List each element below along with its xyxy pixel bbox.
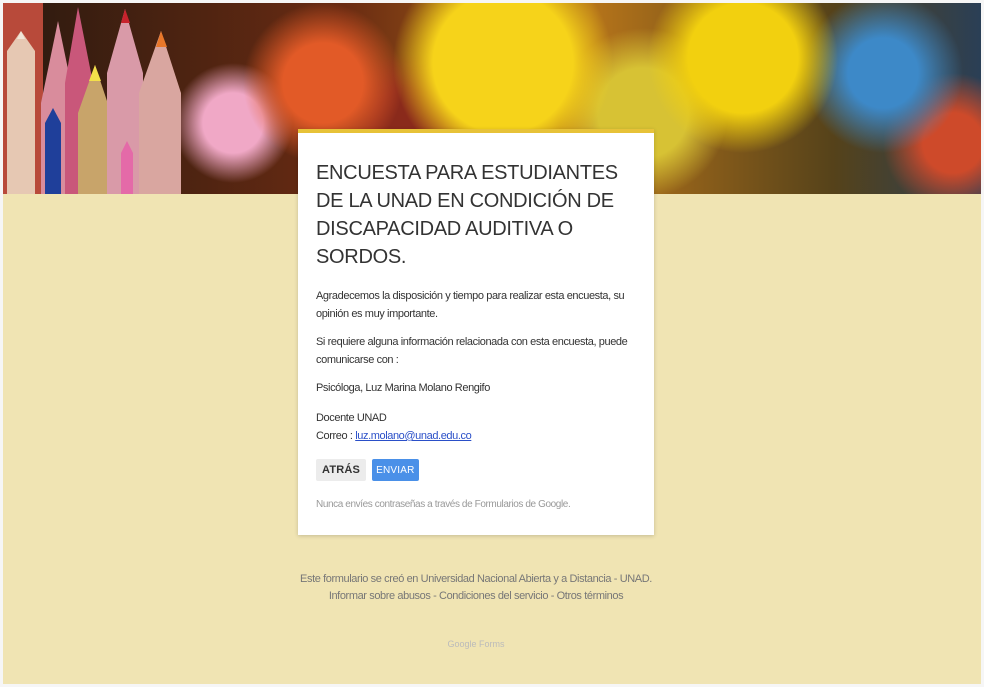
report-abuse-link[interactable]: Informar sobre abusos (329, 590, 431, 602)
form-title: ENCUESTA PARA ESTUDIANTES DE LA UNAD EN … (316, 162, 618, 268)
form-description-contact: Si requiere alguna información relaciona… (316, 336, 628, 366)
contact-block: Docente UNAD Correo : luz.molano@unad.ed… (316, 409, 638, 445)
password-warning: Nunca envíes contraseñas a través de For… (316, 499, 571, 510)
contact-name: Psicóloga, Luz Marina Molano Rengifo (316, 382, 490, 394)
form-description-thanks: Agradecemos la disposición y tiempo para… (316, 290, 625, 320)
other-terms-link[interactable]: Otros términos (557, 590, 624, 602)
footer-created-by: Este formulario se creó en Universidad N… (300, 573, 652, 585)
form-card: ENCUESTA PARA ESTUDIANTES DE LA UNAD EN … (298, 129, 654, 535)
back-button[interactable]: ATRÁS (316, 459, 367, 481)
email-link[interactable]: luz.molano@unad.edu.co (355, 430, 472, 442)
email-label: Correo : (316, 430, 356, 442)
form-buttons: ATRÁS ENVIAR (316, 459, 638, 481)
terms-of-service-link[interactable]: Condiciones del servicio (439, 590, 548, 602)
google-forms-logo[interactable]: Google Forms (420, 639, 532, 649)
contact-role: Docente UNAD (316, 412, 387, 424)
submit-button[interactable]: ENVIAR (372, 459, 419, 481)
form-footer: Este formulario se creó en Universidad N… (300, 573, 652, 602)
colored-pencils-illustration (3, 3, 181, 194)
